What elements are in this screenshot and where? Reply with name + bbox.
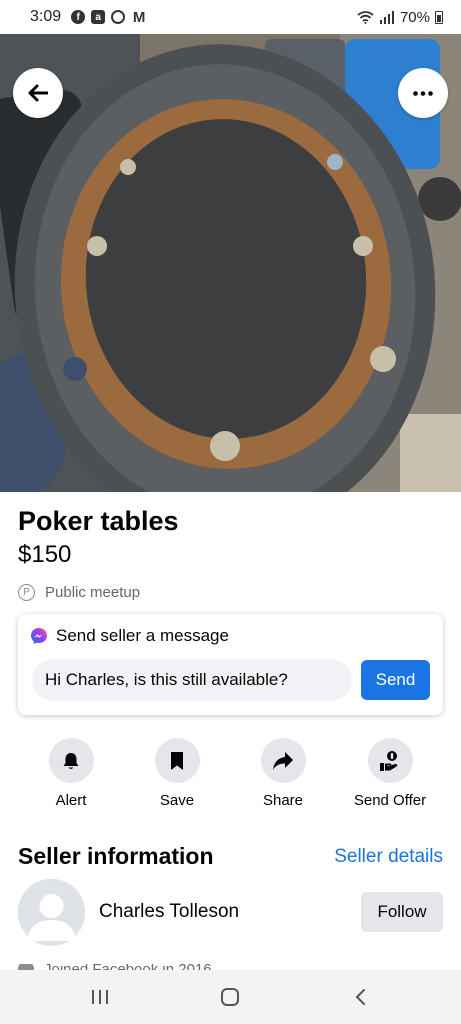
chevron-left-icon — [355, 989, 365, 1005]
messenger-icon — [111, 10, 126, 24]
listing-photo[interactable] — [0, 34, 461, 492]
message-header-text: Send seller a message — [56, 626, 229, 645]
signal-icon — [379, 10, 394, 24]
share-label: Share — [262, 792, 304, 809]
public-meetup-icon: P — [18, 584, 35, 601]
system-nav-bar — [0, 970, 461, 1024]
home-icon — [221, 988, 239, 1006]
battery-text: 70% — [399, 8, 430, 26]
bookmark-icon — [171, 751, 183, 770]
seller-info-heading: Seller information — [18, 843, 214, 869]
recent-apps-icon — [92, 990, 108, 1004]
gmail-icon: M — [132, 8, 146, 26]
save-action[interactable]: Save — [122, 738, 232, 809]
messenger-icon — [31, 628, 47, 644]
back-arrow-icon — [28, 84, 48, 102]
poker-table-image — [0, 34, 461, 492]
app-icon: a — [91, 10, 106, 24]
wifi-icon — [357, 11, 374, 24]
back-button[interactable] — [13, 68, 63, 118]
share-action[interactable]: Share — [228, 738, 338, 809]
offer-hand-icon — [380, 750, 398, 771]
save-label: Save — [159, 792, 195, 809]
seller-avatar[interactable] — [18, 879, 85, 946]
status-left: 3:09 f a M — [30, 8, 147, 26]
alert-action[interactable]: Alert — [16, 738, 126, 809]
save-button[interactable] — [154, 738, 200, 783]
share-button[interactable] — [260, 738, 306, 783]
message-input[interactable] — [32, 659, 352, 701]
status-bar: 3:09 f a M 70% — [0, 0, 461, 34]
back-nav-button[interactable] — [340, 984, 380, 1010]
action-row: Alert Save Share Send Offer — [0, 738, 461, 810]
listing-title: Poker tables — [18, 506, 179, 536]
more-dots-icon — [413, 90, 433, 96]
listing-price: $150 — [18, 541, 72, 568]
recent-apps-button[interactable] — [80, 984, 120, 1010]
bell-icon — [63, 752, 79, 769]
meetup-info: P Public meetup — [18, 584, 140, 601]
send-button[interactable]: Send — [361, 660, 430, 700]
alert-label: Alert — [55, 792, 87, 809]
battery-icon — [435, 10, 443, 24]
facebook-icon: f — [71, 10, 86, 24]
meetup-label: Public meetup — [45, 584, 141, 601]
seller-details-link[interactable]: Seller details — [334, 846, 443, 868]
share-arrow-icon — [273, 751, 293, 770]
seller-name[interactable]: Charles Tolleson — [99, 901, 239, 923]
send-offer-label: Send Offer — [353, 792, 427, 809]
message-card-header: Send seller a message — [30, 626, 229, 646]
status-right: 70% — [357, 9, 443, 26]
default-avatar-icon — [18, 879, 85, 946]
status-time: 3:09 — [30, 8, 62, 25]
message-seller-card: Send seller a message Send — [18, 614, 443, 715]
alert-button[interactable] — [48, 738, 94, 783]
send-offer-action[interactable]: Send Offer — [335, 738, 445, 809]
follow-button[interactable]: Follow — [361, 892, 443, 932]
more-options-button[interactable] — [398, 68, 448, 118]
home-button[interactable] — [210, 984, 250, 1010]
send-offer-button[interactable] — [367, 738, 413, 783]
